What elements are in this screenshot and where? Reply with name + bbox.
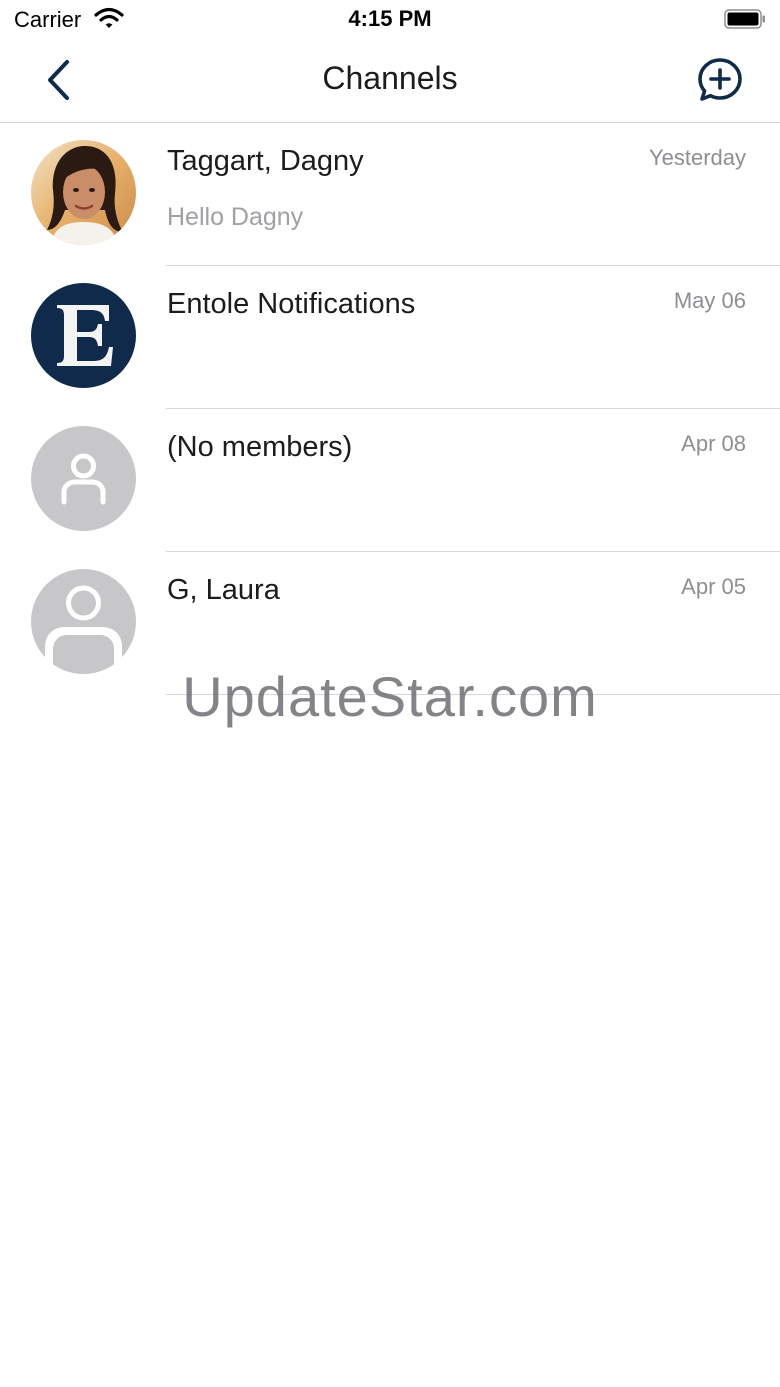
avatar xyxy=(31,140,136,245)
chat-bubble-plus-icon xyxy=(698,58,742,101)
channel-date: Apr 05 xyxy=(681,574,746,599)
battery-icon xyxy=(724,9,766,29)
channel-row-entole-notifications[interactable]: Entole Notifications May 06 xyxy=(0,266,780,409)
channel-row-no-members[interactable]: (No members) Apr 08 xyxy=(0,409,780,552)
navigation-bar: Channels xyxy=(0,40,780,123)
clock-time: 4:15 PM xyxy=(348,6,432,31)
channel-preview: Hello Dagny xyxy=(167,203,304,231)
channel-name: (No members) xyxy=(167,431,353,463)
person-photo-icon xyxy=(31,140,136,245)
channel-date: May 06 xyxy=(673,288,746,313)
channel-name: Taggart, Dagny xyxy=(167,145,364,177)
row-divider xyxy=(166,694,780,695)
new-channel-button[interactable] xyxy=(696,56,744,104)
letter-e-logo-icon xyxy=(31,283,136,388)
channel-row-taggart-dagny[interactable]: Taggart, Dagny Yesterday Hello Dagny xyxy=(0,123,780,266)
avatar xyxy=(31,426,136,531)
status-bar: Carrier 4:15 PM xyxy=(0,0,780,40)
person-placeholder-icon xyxy=(31,426,136,531)
channel-name: G, Laura xyxy=(167,574,280,606)
avatar xyxy=(31,283,136,388)
page-title: Channels xyxy=(322,60,458,96)
person-placeholder-icon xyxy=(31,569,136,674)
channel-row-g-laura[interactable]: G, Laura Apr 05 xyxy=(0,552,780,695)
channel-date: Apr 08 xyxy=(681,431,746,456)
avatar xyxy=(31,569,136,674)
channel-name: Entole Notifications xyxy=(167,288,416,320)
channel-date: Yesterday xyxy=(648,145,746,170)
channel-list: Taggart, Dagny Yesterday Hello Dagny Ent… xyxy=(0,123,780,695)
